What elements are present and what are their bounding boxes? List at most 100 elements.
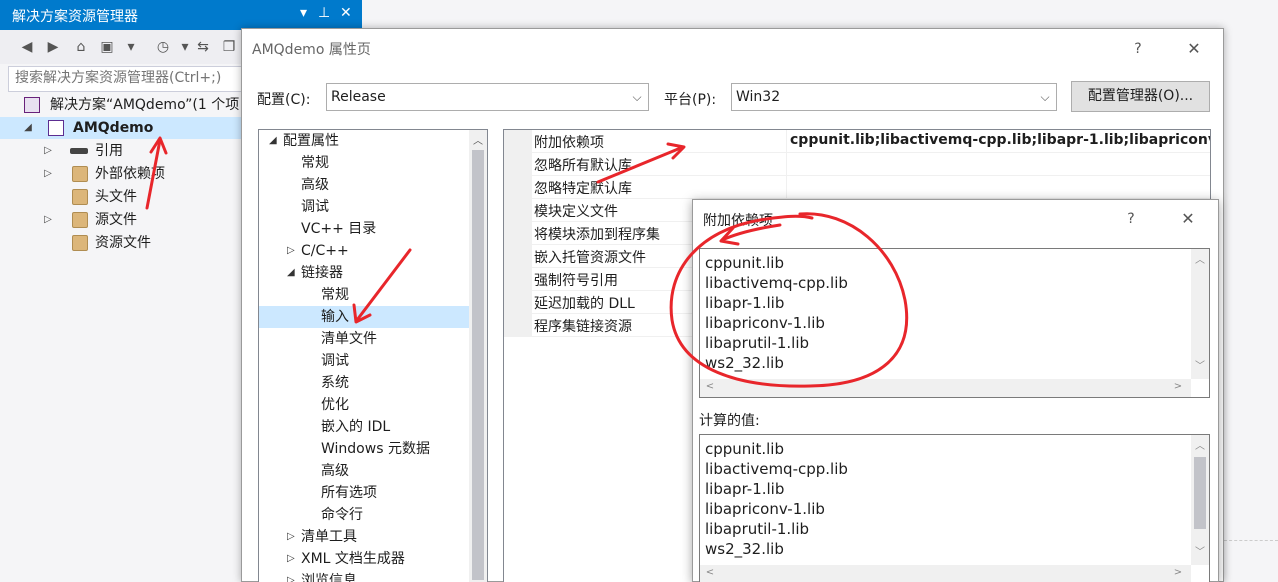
tree-node[interactable]: 调试 (259, 196, 469, 218)
configuration-select[interactable]: Release ⌵ (326, 83, 649, 111)
tree-node[interactable]: 优化 (259, 394, 469, 416)
tree-node[interactable]: ▷ 浏览信息 (259, 570, 469, 582)
pin-icon[interactable]: ⊥ (318, 5, 330, 21)
item-label: 源文件 (95, 212, 137, 228)
history-icon[interactable]: ◷ (154, 38, 172, 56)
solution-explorer-title: 解决方案资源管理器 (12, 9, 138, 25)
expand-arrow-icon[interactable]: ▷ (287, 240, 295, 262)
tree-node-label: 优化 (321, 397, 349, 413)
tree-node[interactable]: 命令行 (259, 504, 469, 526)
platform-select[interactable]: Win32 ⌵ (731, 83, 1057, 111)
dialog-title: 附加依赖项 (703, 213, 773, 229)
home-icon[interactable]: ⌂ (72, 38, 90, 56)
vertical-scrollbar[interactable]: ︿ ﹀ (1191, 435, 1209, 565)
computed-values-label: 计算的值: (699, 413, 760, 429)
close-button[interactable]: ✕ (1176, 207, 1200, 231)
tree-node[interactable]: 所有选项 (259, 482, 469, 504)
tree-node[interactable]: ▷ C/C++ (259, 240, 469, 262)
expand-arrow-icon[interactable]: ▷ (42, 209, 54, 231)
tree-node-label: 高级 (301, 177, 329, 193)
scroll-thumb[interactable] (1194, 457, 1206, 529)
collapse-arrow-icon[interactable]: ◢ (22, 117, 34, 139)
row-gutter (504, 176, 532, 199)
scroll-down-icon[interactable]: ﹀ (1192, 543, 1208, 558)
tree-node-label: 链接器 (301, 265, 343, 281)
library-line: cppunit.lib (705, 440, 784, 458)
row-gutter (504, 268, 532, 291)
scroll-up-icon[interactable]: ︿ (1192, 437, 1208, 452)
tree-node[interactable]: 清单文件 (259, 328, 469, 350)
configuration-manager-button[interactable]: 配置管理器(O)... (1071, 81, 1210, 112)
close-panel-icon[interactable]: ✕ (340, 5, 352, 21)
forward-icon[interactable]: ▶ (44, 38, 62, 56)
additional-dependencies-dialog: 附加依赖项 ? ✕ ︿ ﹀ < > cppunit.lib libactivemq… (692, 199, 1219, 582)
property-row[interactable]: 附加依赖项 cppunit.lib;libactivemq-cpp.lib;lib… (504, 130, 1210, 153)
expand-arrow-icon[interactable]: ▷ (42, 140, 54, 162)
tree-node-label: 配置属性 (283, 133, 339, 149)
tree-node[interactable]: Windows 元数据 (259, 438, 469, 460)
tree-node[interactable]: ▷ XML 文档生成器 (259, 548, 469, 570)
tree-node[interactable]: 高级 (259, 174, 469, 196)
dropdown-icon[interactable]: ▾ (122, 38, 140, 56)
help-button[interactable]: ? (1119, 207, 1143, 231)
scroll-up-icon[interactable]: ︿ (1192, 251, 1208, 266)
vertical-scrollbar[interactable]: ︿ ﹀ (1191, 249, 1209, 379)
references-icon (70, 148, 88, 154)
tree-node-label: 调试 (301, 199, 329, 215)
column-separator (786, 176, 787, 199)
help-button[interactable]: ? (1126, 37, 1150, 61)
computed-values-box: ︿ ﹀ < > cppunit.lib libactivemq-cpp.lib li… (699, 434, 1210, 582)
dependencies-edit-box[interactable]: ︿ ﹀ < > cppunit.lib libactivemq-cpp.lib li… (699, 248, 1210, 398)
tree-node[interactable]: ◢ 链接器 (259, 262, 469, 284)
scroll-right-icon[interactable]: > (1170, 567, 1186, 578)
tree-node[interactable]: 嵌入的 IDL (259, 416, 469, 438)
tree-node[interactable]: VC++ 目录 (259, 218, 469, 240)
tree-node[interactable]: 调试 (259, 350, 469, 372)
property-row[interactable]: 忽略特定默认库 (504, 176, 1210, 199)
library-line: libaprutil-1.lib (705, 334, 810, 352)
horizontal-scrollbar[interactable]: < > (700, 565, 1191, 582)
tree-node[interactable]: 高级 (259, 460, 469, 482)
expand-arrow-icon[interactable]: ▷ (287, 570, 295, 582)
horizontal-scrollbar[interactable]: < > (700, 379, 1191, 397)
close-button[interactable]: ✕ (1182, 37, 1206, 61)
column-separator (786, 130, 787, 153)
row-gutter (504, 222, 532, 245)
tree-node-label: 嵌入的 IDL (321, 419, 391, 435)
scroll-left-icon[interactable]: < (702, 567, 718, 578)
tree-node[interactable]: ◢ 配置属性 (259, 130, 469, 152)
property-row[interactable]: 忽略所有默认库 (504, 153, 1210, 176)
platform-label: 平台(P): (664, 92, 717, 108)
tree-node[interactable]: 常规 (259, 152, 469, 174)
expand-arrow-icon[interactable]: ▷ (287, 548, 295, 570)
sync-icon[interactable]: ⇆ (194, 38, 212, 56)
expand-arrow-icon[interactable]: ▷ (42, 163, 54, 185)
property-name: 延迟加载的 DLL (534, 296, 635, 312)
row-gutter (504, 245, 532, 268)
scroll-down-icon[interactable]: ﹀ (1192, 357, 1208, 372)
scroll-up-icon[interactable]: ︿ (469, 132, 487, 147)
expand-arrow-icon[interactable]: ▷ (287, 526, 295, 548)
row-gutter (504, 199, 532, 222)
back-icon[interactable]: ◀ (18, 38, 36, 56)
tree-node[interactable]: ▷ 清单工具 (259, 526, 469, 548)
switch-views-icon[interactable]: ▣ (98, 38, 116, 56)
window-position-dropdown-icon[interactable]: ▾ (300, 5, 307, 21)
tree-node[interactable]: 常规 (259, 284, 469, 306)
scroll-left-icon[interactable]: < (702, 381, 718, 392)
chevron-down-icon: ⌵ (1040, 90, 1050, 104)
vertical-scrollbar[interactable]: ︿ (469, 130, 487, 582)
collapse-arrow-icon[interactable]: ◢ (269, 130, 277, 152)
dropdown-icon[interactable]: ▾ (176, 38, 194, 56)
tree-node[interactable]: 系统 (259, 372, 469, 394)
collapse-arrow-icon[interactable]: ◢ (287, 262, 295, 284)
property-name: 忽略所有默认库 (534, 158, 632, 174)
scroll-thumb[interactable] (472, 150, 484, 580)
tree-node-label: 常规 (321, 287, 349, 303)
tree-node[interactable]: 输入 (259, 306, 469, 328)
collapse-icon[interactable]: ❐ (220, 38, 238, 56)
property-name: 强制符号引用 (534, 273, 618, 289)
property-name: 模块定义文件 (534, 204, 618, 220)
scroll-right-icon[interactable]: > (1170, 381, 1186, 392)
tree-node-label: 常规 (301, 155, 329, 171)
